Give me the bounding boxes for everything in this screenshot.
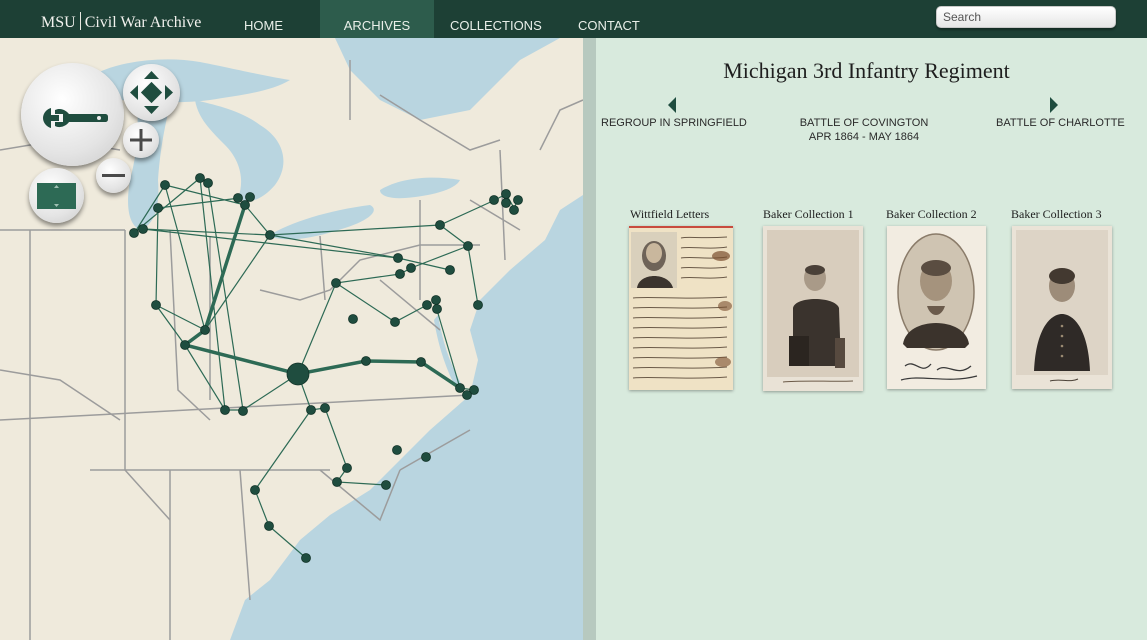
pan-control[interactable] [123, 64, 180, 121]
zoom-in-button[interactable] [123, 122, 159, 158]
map-marker [455, 383, 465, 393]
map-marker [348, 314, 358, 324]
previous-event-arrow-icon[interactable] [668, 97, 678, 113]
nav-contact[interactable]: CONTACT [578, 0, 640, 38]
map-marker-current [286, 362, 310, 386]
collection-label[interactable]: Wittfield Letters [630, 207, 709, 222]
map-marker [473, 300, 483, 310]
site-logo[interactable]: MSU Civil War Archive [41, 12, 201, 32]
plus-icon [130, 129, 152, 151]
letter-image [629, 226, 733, 379]
map-marker [342, 463, 352, 473]
map-marker [320, 403, 330, 413]
oval-portrait-photo [897, 233, 978, 381]
map-marker [306, 405, 316, 415]
map-marker [435, 220, 445, 230]
map-marker [151, 300, 161, 310]
logo-title: Civil War Archive [84, 14, 202, 31]
seated-man-photo [767, 230, 859, 383]
map-marker [331, 278, 341, 288]
map-marker [489, 195, 499, 205]
map-marker [445, 265, 455, 275]
collection-thumbnail-oval-portrait[interactable] [887, 226, 986, 389]
minus-icon [102, 174, 125, 177]
map-marker [432, 304, 442, 314]
map-marker [238, 406, 248, 416]
collection-label[interactable]: Baker Collection 2 [886, 207, 977, 222]
map-marker [416, 357, 426, 367]
map-marker [513, 195, 523, 205]
logo-msu: MSU [41, 14, 76, 31]
zoom-out-button[interactable] [96, 158, 131, 193]
regiment-title: Michigan 3rd Infantry Regiment [723, 58, 1010, 83]
current-event: BATTLE OF COVINGTON APR 1864 - MAY 1864 [784, 116, 944, 144]
map-marker [180, 340, 190, 350]
map-marker [332, 477, 342, 487]
current-event-dates: APR 1864 - MAY 1864 [808, 131, 920, 143]
map-marker [301, 553, 311, 563]
map-marker [361, 356, 371, 366]
logo-divider [79, 12, 81, 30]
nav-archives[interactable]: ARCHIVES [320, 0, 434, 38]
collection-label[interactable]: Baker Collection 3 [1011, 207, 1102, 222]
next-event-arrow-icon[interactable] [1048, 97, 1058, 113]
map-marker [421, 452, 431, 462]
collection-label[interactable]: Baker Collection 1 [763, 207, 854, 222]
collection-thumbnail-letter[interactable] [629, 226, 733, 390]
map-marker [462, 390, 472, 400]
map-marker [265, 230, 275, 240]
regiment-map[interactable] [0, 38, 583, 640]
map-marker [381, 480, 391, 490]
map-marker [395, 269, 405, 279]
collection-thumbnail-officer[interactable] [1012, 226, 1112, 389]
map-marker [220, 405, 230, 415]
panel-divider[interactable] [583, 38, 596, 640]
map-marker [390, 317, 400, 327]
map-marker [501, 189, 511, 199]
map-marker [393, 253, 403, 263]
map-marker [392, 445, 402, 455]
map-marker [195, 173, 205, 183]
map-marker [509, 205, 519, 215]
officer-portrait-photo [1016, 230, 1108, 382]
nav-collections[interactable]: COLLECTIONS [450, 0, 542, 38]
map-marker [233, 193, 243, 203]
zoom-extent-button[interactable] [29, 168, 84, 223]
map-marker [250, 485, 260, 495]
map-marker [431, 295, 441, 305]
map-marker [138, 224, 148, 234]
map-marker [501, 198, 511, 208]
map-marker [406, 263, 416, 273]
map-marker [153, 203, 163, 213]
next-event-link[interactable]: BATTLE OF CHARLOTTE [996, 116, 1125, 130]
map-marker [129, 228, 139, 238]
map-marker [160, 180, 170, 190]
top-bar: MSU Civil War Archive HOME ARCHIVES COLLE… [0, 0, 1147, 38]
map-marker [240, 200, 250, 210]
map-marker [203, 178, 213, 188]
map-marker [200, 325, 210, 335]
pan-arrows-icon [130, 71, 173, 114]
previous-event-link[interactable]: REGROUP IN SPRINGFIELD [601, 116, 747, 130]
map-tools-button[interactable] [21, 63, 124, 166]
collection-thumbnail-seated-man[interactable] [763, 226, 863, 391]
nav-home[interactable]: HOME [244, 0, 283, 38]
map-marker [463, 241, 473, 251]
map-marker [422, 300, 432, 310]
wrench-icon [43, 108, 108, 128]
search-input[interactable] [936, 6, 1116, 28]
map-marker [245, 192, 255, 202]
regiment-detail-panel: Michigan 3rd Infantry Regiment REGROUP I… [596, 38, 1147, 640]
current-event-name: BATTLE OF COVINGTON [799, 117, 929, 129]
map-marker [264, 521, 274, 531]
extent-icon [37, 183, 76, 209]
